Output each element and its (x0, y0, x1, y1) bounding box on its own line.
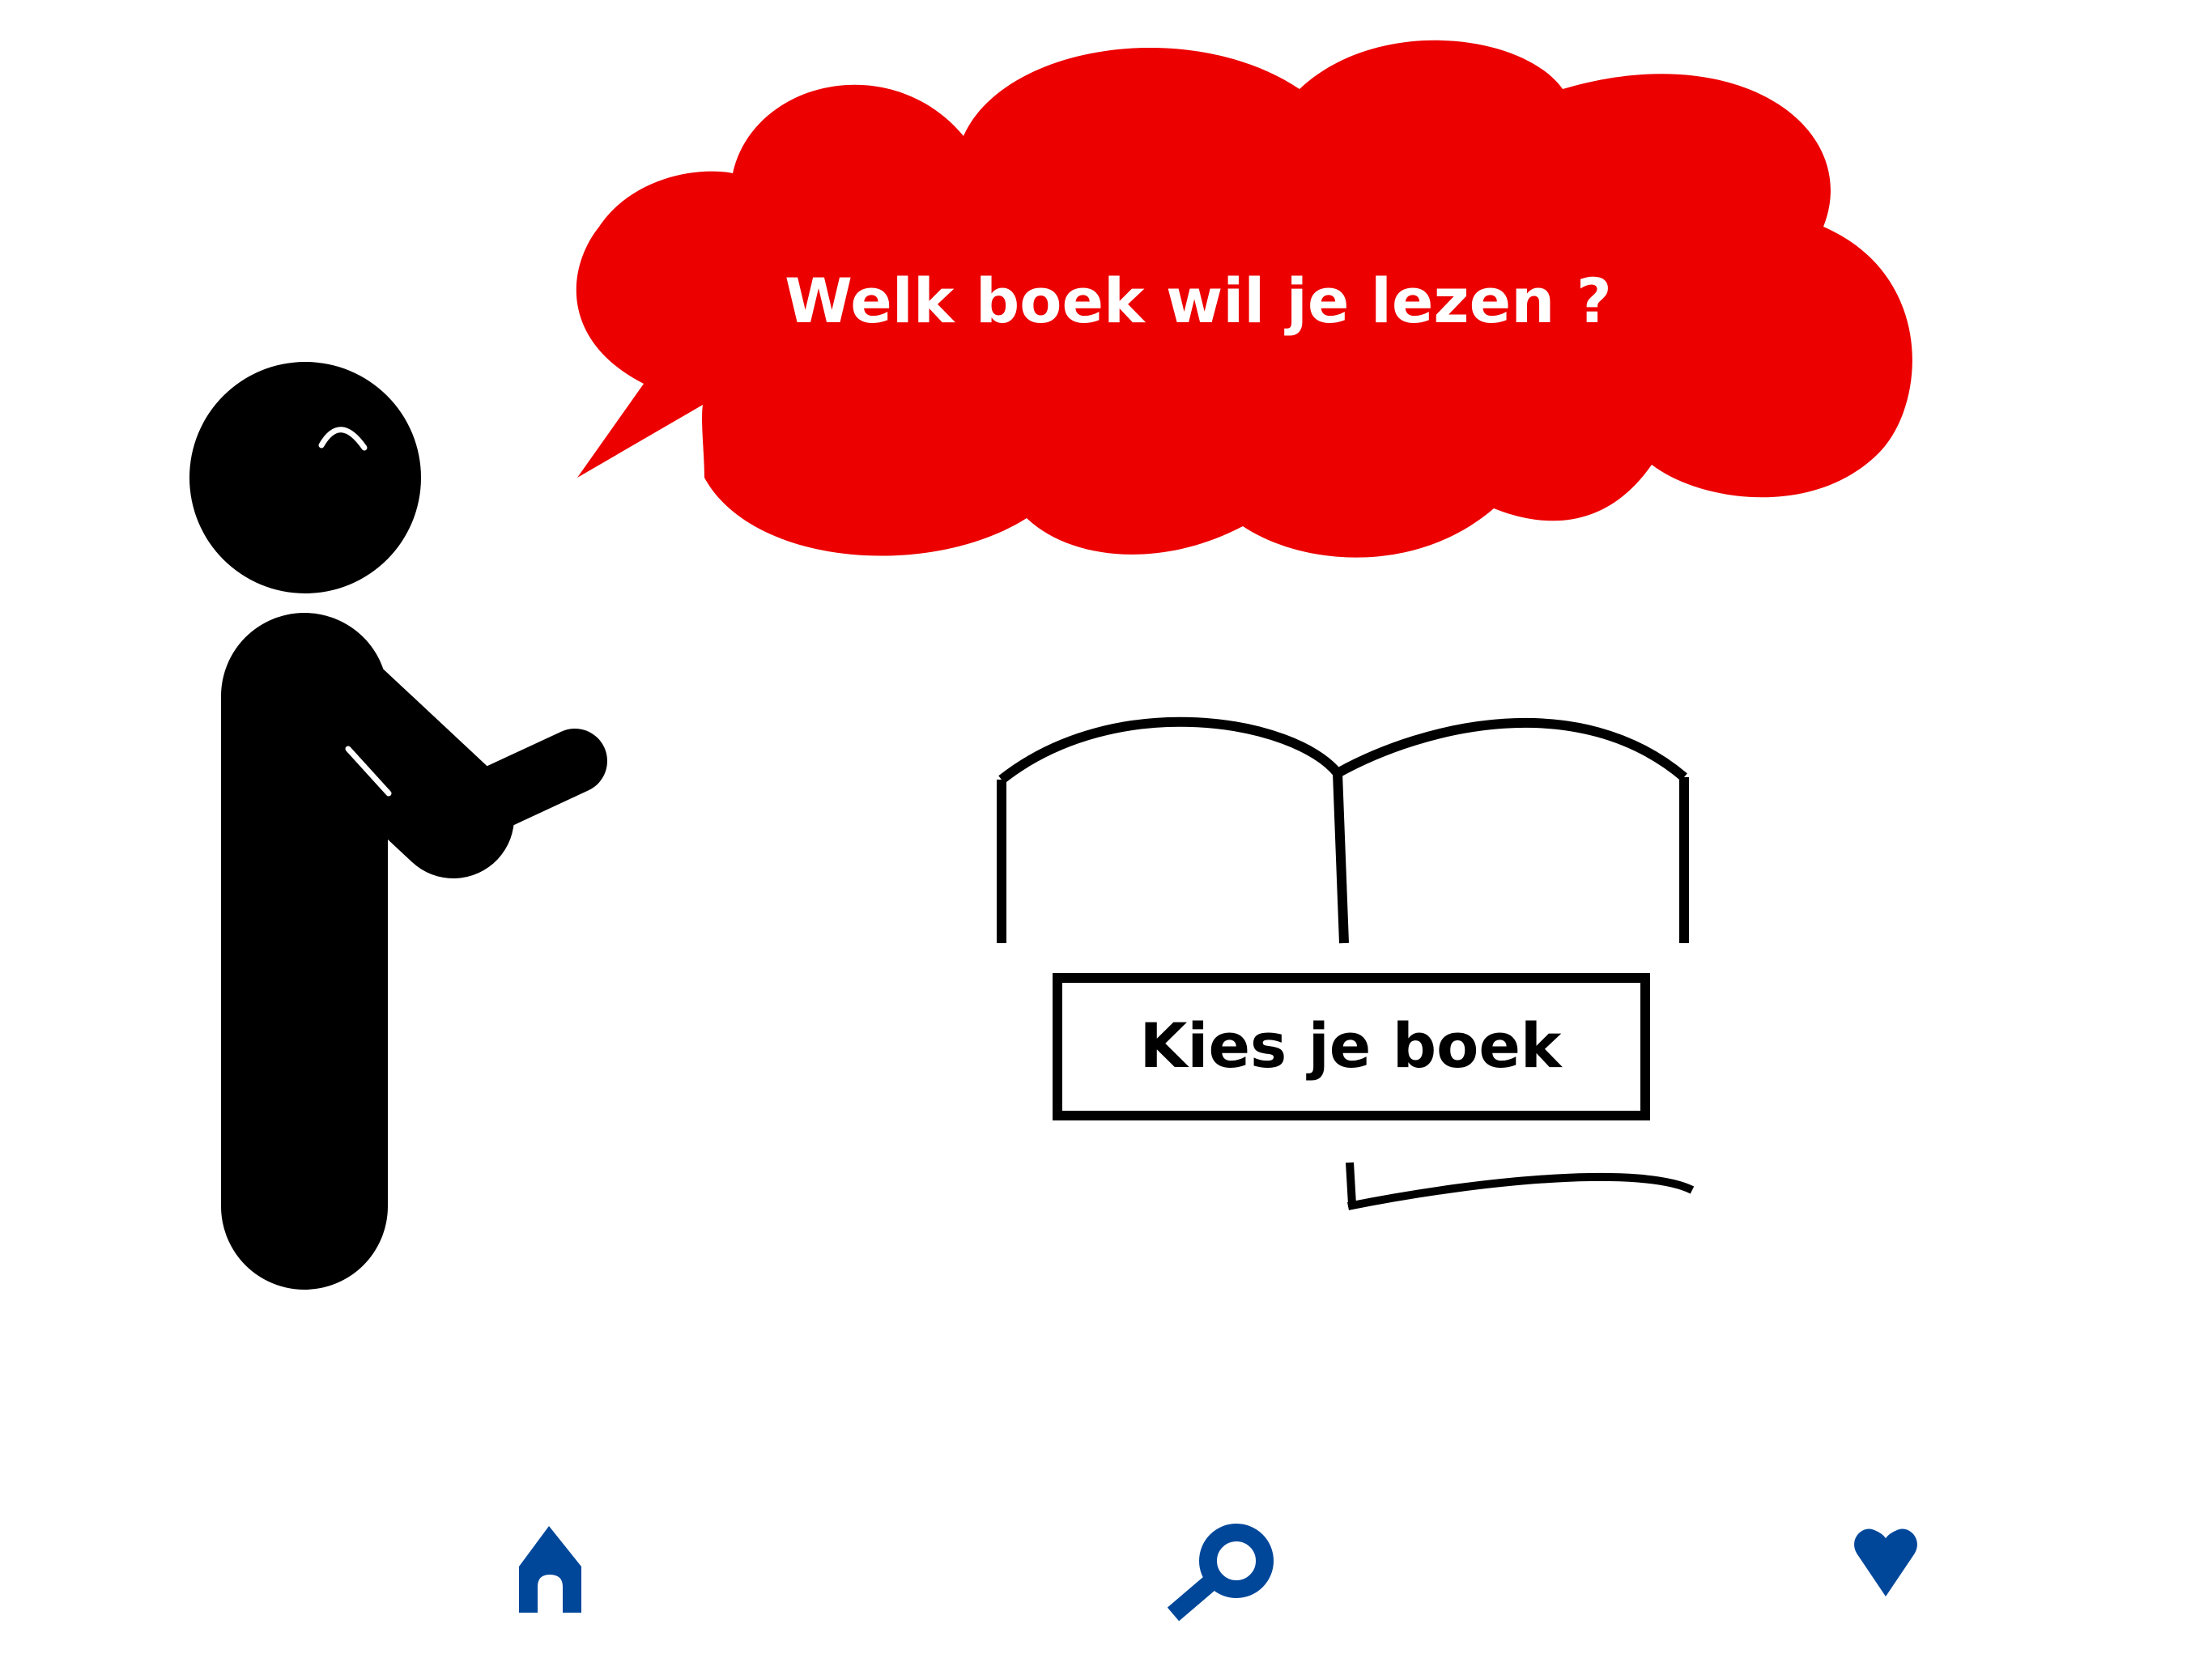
bottom-nav (519, 1524, 1917, 1622)
decorative-line (1346, 1162, 1695, 1210)
nav-favorites-button[interactable] (1854, 1528, 1917, 1596)
heart-icon[interactable] (1854, 1528, 1917, 1596)
scene: Welk boek wil je lezen ? Kies je boek (189, 40, 1917, 1622)
book-left-page-top (998, 716, 1342, 784)
speech-bubble: Welk boek wil je lezen ? (576, 40, 1912, 558)
book-outline (997, 716, 1689, 944)
decorative-line-left (1346, 1162, 1356, 1205)
choose-book-button-label: Kies je boek (1140, 1010, 1563, 1082)
search-icon[interactable] (1167, 1524, 1274, 1622)
home-icon[interactable] (519, 1526, 581, 1613)
book-spine (1333, 772, 1349, 944)
choose-book-button[interactable]: Kies je boek (1053, 973, 1650, 1120)
person-head (189, 362, 421, 593)
nav-home-button[interactable] (519, 1526, 581, 1613)
nav-search-button[interactable] (1167, 1524, 1274, 1622)
person-figure (189, 362, 607, 1290)
book-right-page-top (1335, 717, 1687, 781)
decorative-line-curve (1347, 1172, 1695, 1210)
speech-bubble-text: Welk boek wil je lezen ? (785, 265, 1612, 337)
